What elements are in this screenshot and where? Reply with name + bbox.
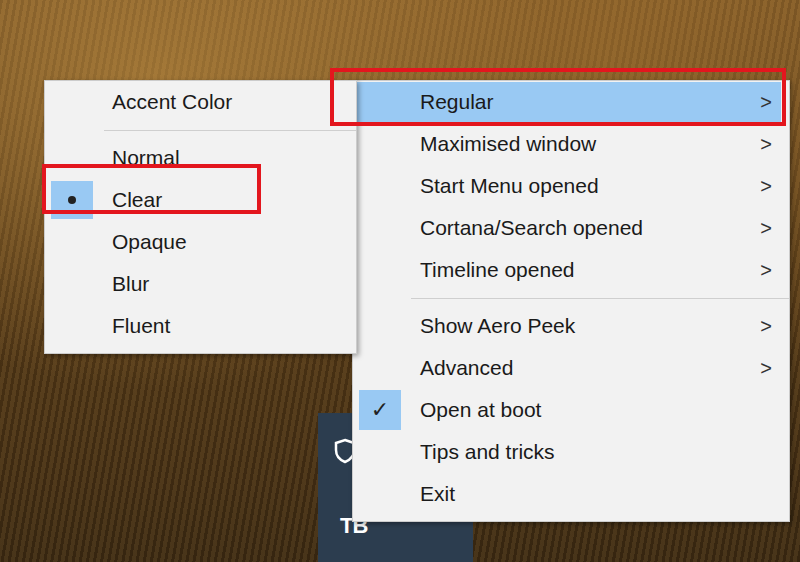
accent-option[interactable]: Normal [45,137,356,179]
menu-item-label: Advanced [420,356,757,380]
check-box [359,474,401,514]
submenu-arrow-icon: > [757,315,775,338]
check-box [359,348,401,388]
submenu-arrow-icon: > [757,175,775,198]
menu-item-label: Show Aero Peek [420,314,757,338]
menu-item-label: Exit [420,482,757,506]
menu-item-label: Maximised window [420,132,757,156]
menu-item-label: Open at boot [420,398,757,422]
submenu-header-label: Accent Color [112,90,342,114]
submenu-arrow-icon: > [757,217,775,240]
accent-option[interactable]: Fluent [45,305,356,347]
menu-item[interactable]: Timeline opened> [353,249,789,291]
check-box [359,432,401,472]
check-icon: ✓ [371,397,389,423]
check-box [359,250,401,290]
menu-item-label: Tips and tricks [420,440,757,464]
accent-option-label: Clear [112,188,342,212]
menu-item[interactable]: Regular> [357,82,781,122]
menu-item[interactable]: Exit [353,473,789,515]
submenu-arrow-icon: > [757,133,775,156]
submenu-arrow-icon: > [757,91,775,114]
context-menu: Regular>Maximised window>Start Menu open… [352,80,790,522]
menu-item[interactable]: Show Aero Peek> [353,305,789,347]
accent-option-label: Fluent [112,314,342,338]
bullet-dot [68,196,76,204]
accent-option-label: Opaque [112,230,342,254]
accent-option[interactable]: Clear [45,179,356,221]
accent-option[interactable]: Blur [45,263,356,305]
accent-option[interactable]: Opaque [45,221,356,263]
accent-option-label: Blur [112,272,342,296]
menu-item[interactable]: Advanced> [353,347,789,389]
check-box [359,208,401,248]
menu-item-label: Timeline opened [420,258,757,282]
menu-separator [353,291,789,305]
menu-item[interactable]: Maximised window> [353,123,789,165]
menu-item[interactable]: Start Menu opened> [353,165,789,207]
check-box [363,83,405,123]
menu-separator [45,123,356,137]
menu-item[interactable]: Tips and tricks [353,431,789,473]
submenu-arrow-icon: > [757,259,775,282]
menu-item-label: Start Menu opened [420,174,757,198]
menu-item[interactable]: ✓ Open at boot [353,389,789,431]
highlight-annotation [330,68,786,126]
check-box [359,166,401,206]
submenu-arrow-icon: > [757,357,775,380]
menu-item[interactable]: Cortana/Search opened> [353,207,789,249]
radio-bullet [51,139,93,177]
check-box [359,306,401,346]
check-box [359,124,401,164]
check-box: ✓ [359,390,401,430]
accent-submenu: Accent Color Normal Clear Opaque Blur Fluent [44,80,357,354]
highlight-annotation [42,164,261,214]
submenu-header: Accent Color [45,81,356,123]
menu-item-label: Cortana/Search opened [420,216,757,240]
menu-item-label: Regular [420,90,757,114]
